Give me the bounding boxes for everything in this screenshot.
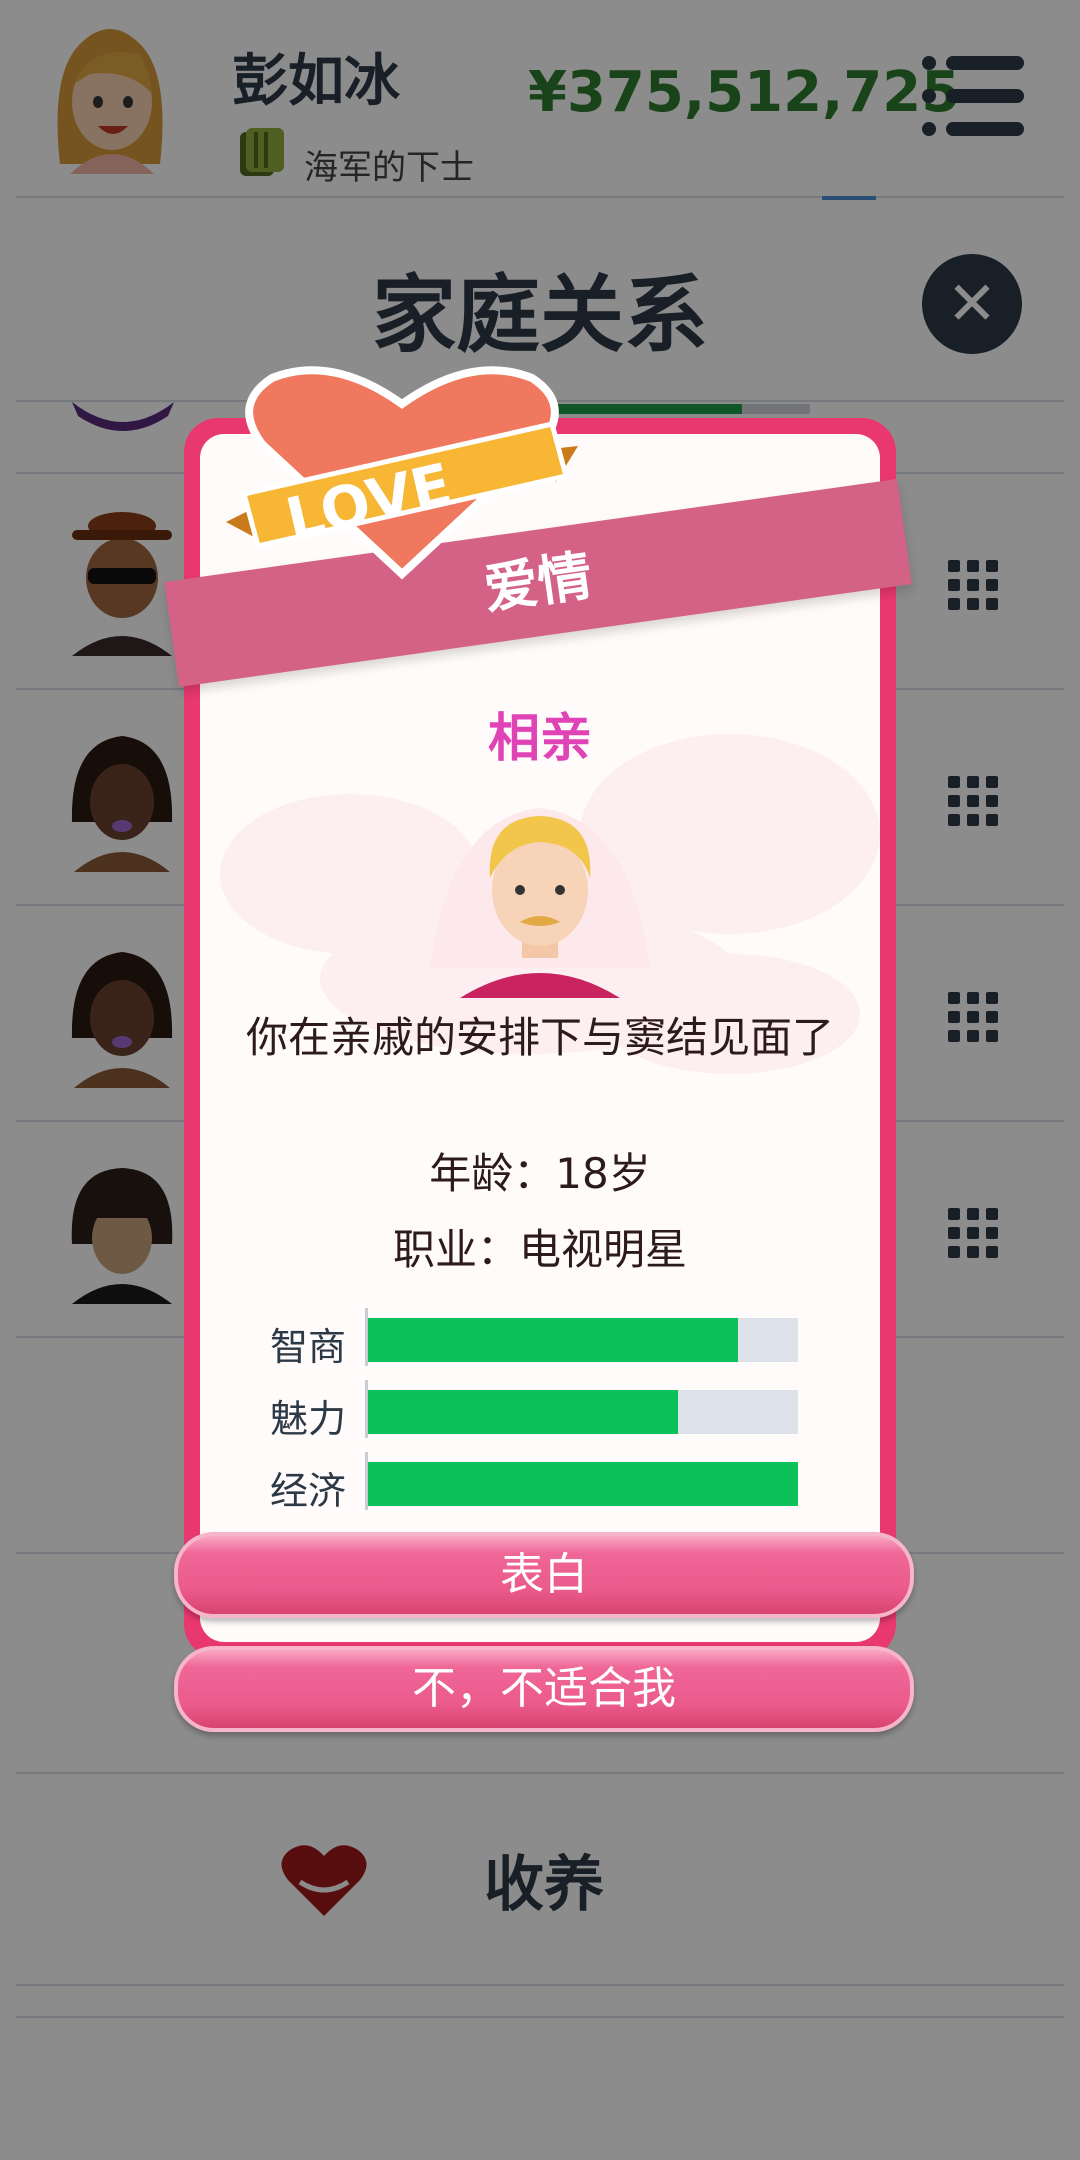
suitor-age: 年龄：18岁 xyxy=(429,1149,651,1198)
suitor-portrait xyxy=(430,808,650,998)
stat-label-iq: 智商 xyxy=(270,1325,347,1369)
event-subtitle: 相亲 xyxy=(487,709,592,769)
love-heart-icon: LOVE xyxy=(226,366,578,580)
decline-button-label: 不，不适合我 xyxy=(412,1663,676,1714)
event-description: 你在亲戚的安排下与窦结见面了 xyxy=(245,1013,834,1062)
confess-button[interactable]: 表白 xyxy=(174,1532,914,1618)
stat-label-charm: 魅力 xyxy=(270,1397,347,1441)
suitor-job: 职业：电视明星 xyxy=(392,1225,687,1274)
stat-fill-wealth xyxy=(368,1462,798,1506)
confess-button-label: 表白 xyxy=(500,1549,588,1600)
stat-fill-charm xyxy=(368,1390,678,1434)
stat-label-wealth: 经济 xyxy=(270,1469,347,1513)
stat-bar-iq xyxy=(368,1318,798,1362)
stat-fill-iq xyxy=(368,1318,738,1362)
stat-bar-wealth xyxy=(368,1462,798,1506)
stat-bar-charm xyxy=(368,1390,798,1434)
decline-button[interactable]: 不，不适合我 xyxy=(174,1646,914,1732)
